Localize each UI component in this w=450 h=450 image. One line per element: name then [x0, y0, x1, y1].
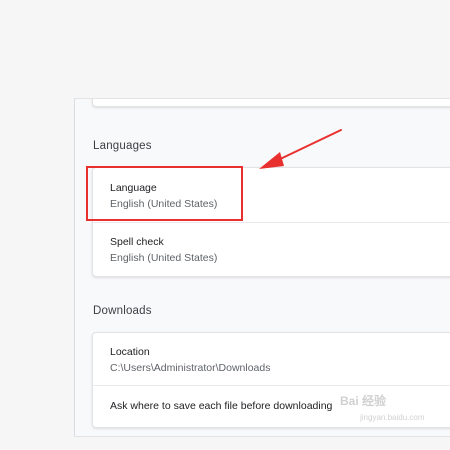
screen: Languages Language English (United State…	[0, 0, 450, 450]
annotation-arrow	[259, 129, 342, 169]
